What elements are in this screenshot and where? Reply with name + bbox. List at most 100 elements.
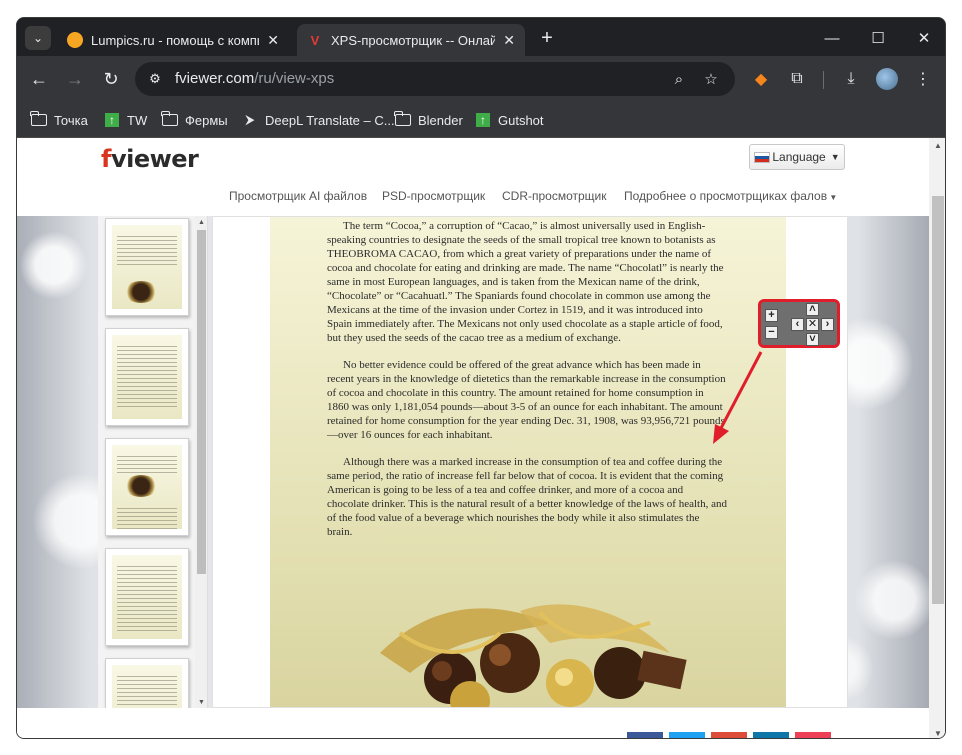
tab-close-icon[interactable]: ✕: [267, 32, 279, 49]
page-thumbnail[interactable]: [105, 548, 189, 646]
profile-avatar[interactable]: [876, 68, 898, 90]
reload-icon: ↻: [103, 68, 119, 89]
fviewer-logo[interactable]: fviewer: [101, 145, 199, 173]
site-info-icon[interactable]: ⚙: [145, 70, 165, 88]
language-label: Language: [772, 150, 826, 164]
bookmark-tochka[interactable]: Точка: [30, 110, 88, 130]
twitter-share-button[interactable]: [669, 732, 705, 738]
page-thumbnail[interactable]: [105, 218, 189, 316]
folder-icon: [161, 111, 178, 127]
tab-title: XPS-просмотрщик -- Онлайн просмотр: [331, 32, 495, 48]
nav-psd-viewer[interactable]: PSD-просмотрщик: [382, 189, 485, 203]
document-text: The term “Cocoa,” a corruption of “Cacao…: [327, 219, 727, 552]
logo-f: f: [101, 145, 111, 173]
folder-icon: [394, 111, 411, 127]
pan-down-button[interactable]: ˅: [806, 333, 819, 346]
extensions-puzzle-icon[interactable]: ⧉: [785, 67, 809, 91]
pan-left-button[interactable]: ‹: [791, 318, 804, 331]
linkedin-share-button[interactable]: [753, 732, 789, 738]
back-button[interactable]: ←: [27, 67, 51, 91]
viewer-area: ▲ ▼ The term “Cocoa,” a corruption of “C…: [17, 216, 931, 708]
zoom-in-button[interactable]: +: [765, 309, 778, 322]
nav-more-viewers[interactable]: Подробнее о просмотрщиках фалов ▼: [624, 189, 837, 203]
russian-flag-icon: [754, 151, 771, 163]
zoom-pan-controls: + − ˄ ‹ ✕ › ˅: [758, 299, 840, 348]
arrow-right-icon: →: [66, 68, 84, 89]
scroll-down-icon[interactable]: ▼: [195, 696, 207, 708]
chevron-down-icon: ⌄: [32, 31, 44, 45]
pan-right-button[interactable]: ›: [821, 318, 834, 331]
annotation-arrow: [713, 351, 763, 444]
thumbnail-panel: ▲ ▼: [98, 216, 208, 708]
tab-xps-viewer[interactable]: V XPS-просмотрщик -- Онлайн просмотр ✕: [297, 24, 525, 56]
scrollbar-thumb[interactable]: [932, 196, 944, 604]
new-tab-button[interactable]: +: [535, 26, 559, 50]
zoom-out-button[interactable]: −: [765, 326, 778, 339]
language-dropdown[interactable]: Language ▼: [749, 144, 845, 170]
pan-up-button[interactable]: ˄: [806, 303, 819, 316]
minimize-button[interactable]: —: [817, 26, 847, 50]
tab-strip: ⌄ Lumpics.ru - помощь с компьютером ✕ V …: [17, 18, 945, 56]
address-bar[interactable]: ⚙ fviewer.com/ru/view-xps ⌕ ☆: [135, 62, 735, 96]
nav-ai-viewer[interactable]: Просмотрщик AI файлов: [229, 189, 367, 203]
browser-window: ⌄ Lumpics.ru - помощь с компьютером ✕ V …: [16, 17, 946, 739]
page-thumbnail[interactable]: [105, 328, 189, 426]
caret-down-icon: ▼: [830, 152, 840, 162]
document-viewer[interactable]: The term “Cocoa,” a corruption of “Cacao…: [212, 216, 848, 708]
toolbar-separator: [823, 71, 824, 89]
paragraph: The term “Cocoa,” a corruption of “Cacao…: [327, 220, 724, 344]
site-header: fviewer Language ▼ Просмотрщик AI файлов …: [17, 138, 931, 216]
bookmark-label: Gutshot: [498, 112, 544, 128]
pinterest-share-button[interactable]: [795, 732, 831, 738]
arrow-left-icon: ←: [30, 68, 48, 89]
maximize-button[interactable]: ☐: [863, 26, 893, 50]
page-thumbnail[interactable]: [105, 658, 189, 708]
bookmark-star-icon[interactable]: ☆: [701, 69, 721, 89]
nav-more-label: Подробнее о просмотрщиках фалов: [624, 189, 828, 203]
zoom-icon[interactable]: ⌕: [669, 69, 689, 89]
bookmark-label: Точка: [54, 112, 88, 128]
bookmarks-bar: Точка ↑ TW Фермы ⮞ DeepL Translate – С... …: [17, 102, 945, 138]
scroll-up-icon[interactable]: ▲: [929, 138, 945, 152]
reload-button[interactable]: ↻: [99, 67, 123, 91]
tab-search-button[interactable]: ⌄: [25, 26, 51, 50]
bookmark-blender[interactable]: Blender: [394, 110, 463, 130]
green-bookmark-icon: ↑: [104, 113, 120, 127]
bookmark-label: Blender: [418, 112, 463, 128]
download-icon[interactable]: ⤓: [839, 67, 863, 91]
menu-kebab-icon[interactable]: ⋮: [911, 67, 935, 91]
url-text[interactable]: fviewer.com/ru/view-xps: [175, 70, 334, 87]
bookmark-deepl[interactable]: ⮞ DeepL Translate – С...: [242, 110, 395, 130]
scroll-down-icon[interactable]: ▼: [929, 726, 945, 738]
chocolate-image: [380, 604, 687, 707]
nav-cdr-viewer[interactable]: CDR-просмотрщик: [502, 189, 607, 203]
deepl-icon: ⮞: [245, 112, 255, 127]
scroll-up-icon[interactable]: ▲: [195, 216, 207, 228]
bookmark-fermy[interactable]: Фермы: [161, 110, 228, 130]
thumbnail-scrollbar[interactable]: ▲ ▼: [195, 216, 207, 708]
bookmark-label: DeepL Translate – С...: [265, 112, 395, 128]
url-host: fviewer.com: [175, 70, 255, 87]
facebook-share-button[interactable]: [627, 732, 663, 738]
scrollbar-thumb[interactable]: [197, 230, 206, 574]
bookmark-label: TW: [127, 112, 148, 128]
reset-view-button[interactable]: ✕: [806, 318, 819, 331]
page-footer: [17, 708, 929, 738]
bookmark-gutshot[interactable]: ↑ Gutshot: [475, 110, 544, 130]
metamask-extension-icon[interactable]: ◆: [749, 67, 773, 91]
page-scrollbar[interactable]: ▲ ▼: [929, 138, 945, 738]
logo-text: viewer: [110, 145, 199, 173]
forward-button[interactable]: →: [63, 67, 87, 91]
page-thumbnail[interactable]: [105, 438, 189, 536]
tab-title: Lumpics.ru - помощь с компьютером: [91, 32, 259, 48]
green-bookmark-icon: ↑: [475, 113, 491, 127]
bookmark-tw[interactable]: ↑ TW: [104, 110, 147, 130]
close-window-button[interactable]: ✕: [909, 26, 939, 50]
bookmark-label: Фермы: [185, 112, 228, 128]
tab-lumpics[interactable]: Lumpics.ru - помощь с компьютером ✕: [57, 24, 289, 56]
fviewer-favicon-icon: V: [310, 32, 320, 48]
page-viewport: fviewer Language ▼ Просмотрщик AI файлов …: [17, 138, 945, 738]
google-share-button[interactable]: [711, 732, 747, 738]
tab-close-icon[interactable]: ✕: [503, 32, 515, 49]
paragraph: Although there was a marked increase in …: [327, 456, 727, 538]
